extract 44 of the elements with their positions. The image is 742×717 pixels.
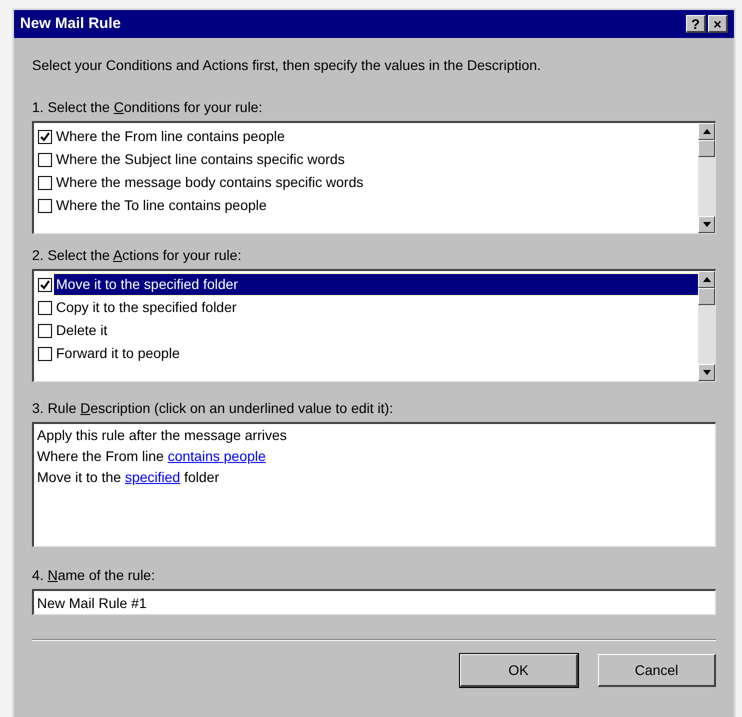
list-item[interactable]: Where the From line contains people <box>54 126 698 147</box>
checkbox[interactable] <box>38 198 52 212</box>
close-button[interactable]: × <box>708 15 728 33</box>
down-arrow-icon <box>702 222 710 227</box>
description-line: Move it to the specified folder <box>37 468 220 487</box>
scroll-up-button[interactable] <box>698 271 715 288</box>
checkbox[interactable] <box>38 300 52 314</box>
list-item[interactable]: Move it to the specified folder <box>54 274 698 295</box>
dialog-button[interactable]: Cancel <box>598 654 716 687</box>
value-link[interactable]: specified <box>124 469 180 485</box>
scroll-down-button[interactable] <box>698 216 715 233</box>
scroll-down-button[interactable] <box>698 364 715 381</box>
checkbox[interactable] <box>38 278 52 292</box>
scroll-up-button[interactable] <box>698 123 715 140</box>
list-item[interactable]: Where the message body contains specific words <box>54 172 698 193</box>
scroll-thumb[interactable] <box>698 140 715 157</box>
instruction-text: Select your Conditions and Actions first, then specify the values in the Description. <box>32 56 542 75</box>
description-line: Where the From line contains people <box>37 447 267 466</box>
checkbox[interactable] <box>38 176 52 190</box>
description-line: Apply this rule after the message arrives <box>37 426 288 445</box>
scroll-thumb[interactable] <box>698 288 715 305</box>
section-label: 1. Select the Conditions for your rule: <box>32 98 264 117</box>
dialog-button[interactable]: OK <box>460 654 578 687</box>
checkbox[interactable] <box>38 130 52 144</box>
checkbox[interactable] <box>38 152 52 166</box>
rule-name-field[interactable]: New Mail Rule #1 <box>32 589 716 615</box>
check-icon <box>40 280 50 290</box>
down-arrow-icon <box>702 370 710 375</box>
checkbox[interactable] <box>38 324 52 338</box>
list-item[interactable]: Delete it <box>54 320 698 341</box>
window-title: New Mail Rule <box>20 14 121 34</box>
list-item[interactable]: Where the To line contains people <box>54 195 698 216</box>
help-button[interactable]: ? <box>686 15 706 33</box>
checkbox[interactable] <box>38 346 52 360</box>
section-label: 4. Name of the rule: <box>32 566 156 585</box>
up-arrow-icon <box>702 277 710 282</box>
list-item[interactable]: Where the Subject line contains specific words <box>54 149 698 170</box>
list-item[interactable]: Forward it to people <box>54 343 698 364</box>
value-link[interactable]: contains people <box>168 448 266 464</box>
list-item[interactable]: Copy it to the specified folder <box>54 297 698 318</box>
check-icon <box>40 132 50 142</box>
section-label: 3. Rule Description (click on an underlined value to edit it): <box>32 399 394 418</box>
section-label: 2. Select the Actions for your rule: <box>32 246 242 265</box>
up-arrow-icon <box>702 129 710 134</box>
